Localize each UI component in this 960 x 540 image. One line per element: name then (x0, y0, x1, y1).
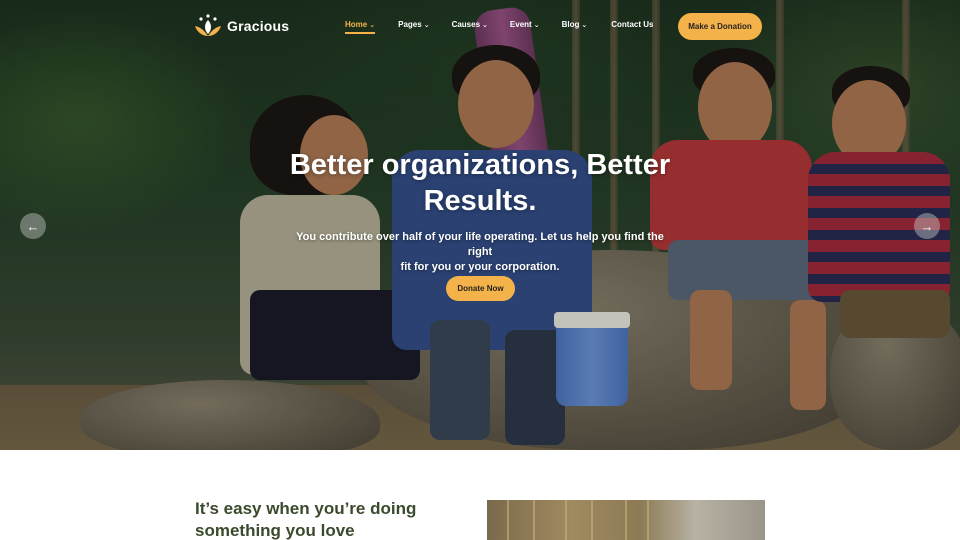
logo-link[interactable]: Gracious (193, 14, 289, 38)
make-donation-button[interactable]: Make a Donation (678, 13, 762, 40)
arrow-right-icon: → (920, 218, 934, 234)
nav-item-label: Pages (398, 20, 422, 29)
hero-title-line: Better organizations, Better (289, 149, 671, 181)
donate-now-button[interactable]: Donate Now (446, 276, 515, 301)
intro-heading-line: It’s easy when you’re doing (195, 499, 417, 518)
intro-heading: It’s easy when you’re doing something yo… (195, 498, 455, 540)
brand-name: Gracious (227, 18, 290, 34)
arrow-left-icon: ← (26, 218, 40, 234)
nav-item-label: Home (345, 20, 368, 29)
nav-item-home[interactable]: Home ⌄ (345, 20, 376, 34)
site-header: Gracious Home ⌄ Pages ⌄ Causes ⌄ Event ⌄… (0, 0, 960, 52)
hero-subtitle-line: You contribute over half of your life op… (296, 231, 664, 258)
chevron-down-icon: ⌄ (369, 21, 376, 29)
slider-next-button[interactable]: → (914, 213, 940, 239)
main-nav: Home ⌄ Pages ⌄ Causes ⌄ Event ⌄ Blog ⌄ C… (345, 20, 653, 34)
chevron-down-icon: ⌄ (533, 21, 540, 29)
hero-overlay (0, 0, 960, 450)
nav-item-label: Causes (451, 20, 481, 29)
lotus-logo-icon (193, 14, 223, 38)
nav-item-contact-us[interactable]: Contact Us (611, 20, 653, 29)
nav-item-pages[interactable]: Pages ⌄ (398, 20, 429, 29)
hero-subtitle: You contribute over half of your life op… (290, 230, 670, 275)
slider-prev-button[interactable]: ← (20, 213, 46, 239)
chevron-down-icon: ⌄ (581, 21, 588, 29)
hero-slider: Gracious Home ⌄ Pages ⌄ Causes ⌄ Event ⌄… (0, 0, 960, 450)
chevron-down-icon: ⌄ (423, 21, 430, 29)
nav-item-label: Blog (561, 20, 580, 29)
chevron-down-icon: ⌄ (482, 21, 488, 29)
nav-item-label: Event (509, 20, 532, 29)
intro-image (487, 500, 765, 540)
nav-item-blog[interactable]: Blog ⌄ (562, 20, 588, 29)
hero-title-line: Results. (423, 185, 537, 217)
hero-title: Better organizations, Better Results. (280, 147, 680, 219)
nav-item-label: Contact Us (611, 20, 654, 29)
hero-subtitle-line: fit for you or your corporation. (400, 261, 560, 273)
nav-item-causes[interactable]: Causes ⌄ (452, 20, 488, 29)
intro-heading-line: something you love (195, 521, 355, 540)
nav-item-event[interactable]: Event ⌄ (510, 20, 540, 29)
